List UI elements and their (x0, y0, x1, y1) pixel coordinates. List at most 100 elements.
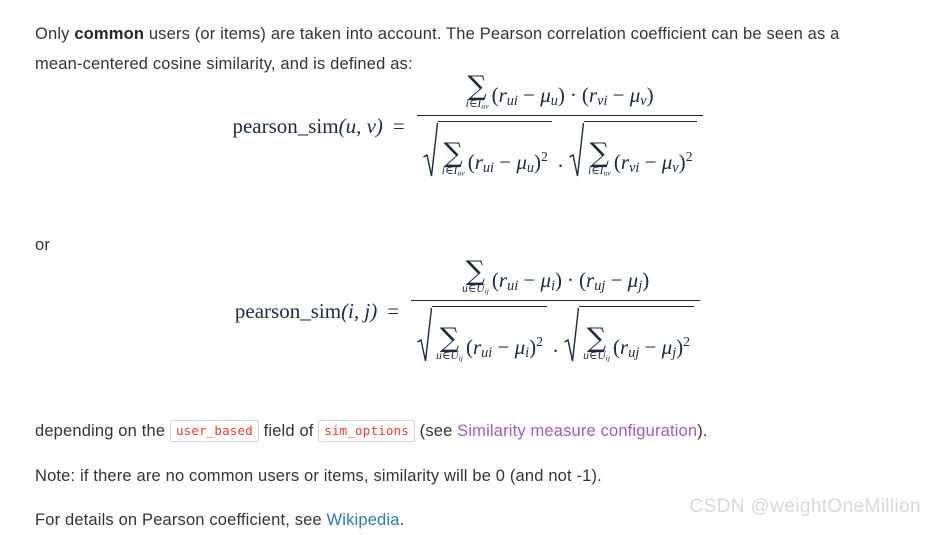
fraction-denominator: ∑ i∈Iuv (rui − μu)2 · ∑ i∈Iuv (rvi − μv)… (417, 119, 703, 181)
rating-symbol: r (620, 149, 630, 174)
details-prefix: For details on Pearson coefficient, see (35, 510, 327, 529)
rating-symbol: r (498, 82, 507, 107)
fraction-numerator: ∑ i∈Iuv (rui − μu) · (rvi − μv) (460, 72, 660, 112)
exponent: 2 (536, 333, 544, 349)
mu-subscript: u (550, 92, 558, 109)
rating-symbol: r (586, 267, 595, 292)
code-sim-options: sim_options (318, 419, 415, 442)
radicand: ∑ i∈Iuv (rvi − μv)2 (583, 120, 697, 179)
equals-sign: = (392, 113, 405, 138)
exponent: 2 (683, 333, 691, 349)
radicand: ∑ u∈Uij (rui − μi)2 (432, 305, 548, 364)
mu-symbol: μ (627, 267, 639, 292)
rating-symbol: r (588, 82, 598, 107)
limit-set-subscript: ij (484, 286, 489, 296)
intro-paragraph: Only common users (or items) are taken i… (35, 19, 890, 79)
formula-arguments: (u, v) (338, 113, 383, 138)
details-suffix: . (399, 510, 405, 529)
summation-limit: u∈Uij (583, 351, 610, 363)
dot-operator: · (556, 153, 564, 178)
numerator-expression: (rui − μi) · (ruj − μj) (491, 267, 650, 294)
formula-pearson-item: pearson_sim(i, j) = ∑ u∈Uij (rui − μi) ·(… (0, 257, 935, 366)
rating-subscript: ui (482, 159, 494, 176)
summation-operator: ∑ u∈Uij (436, 325, 463, 363)
sigma-icon: ∑ (586, 323, 607, 355)
formula-arguments: (i, j) (341, 298, 378, 323)
minus-sign: − (499, 149, 512, 174)
minus-sign: − (523, 82, 535, 107)
square-root-second: ∑ u∈Uij (ruj − μj)2 (564, 305, 695, 364)
rating-subscript: vi (629, 159, 640, 176)
fraction: ∑ u∈Uij (rui − μi) · (ruj − μj) ∑ u∈Uij … (411, 257, 701, 366)
formula-lhs: pearson_sim(u, v) (232, 114, 392, 139)
formula-function-name: pearson_sim (234, 298, 342, 323)
radicand-expression: (ruj − μj)2 (613, 333, 691, 361)
limit-relation: ∈ (591, 165, 600, 178)
fraction-bar (416, 114, 703, 116)
depending-prefix: depending on the (35, 421, 166, 440)
rating-symbol: r (474, 149, 483, 174)
square-root-first: ∑ u∈Uij (rui − μi)2 (417, 305, 548, 364)
document-page: Only common users (or items) are taken i… (0, 0, 935, 529)
summation-limit: i∈Iuv (588, 166, 611, 178)
rating-subscript: vi (597, 92, 608, 109)
limit-set: U (597, 350, 606, 363)
mu-symbol: μ (540, 82, 551, 107)
minus-sign: − (644, 334, 657, 359)
fraction-numerator: ∑ u∈Uij (rui − μi) · (ruj − μj) (456, 257, 655, 297)
intro-text-after: users (or items) are taken into account.… (35, 24, 840, 73)
limit-set-subscript: uv (457, 169, 465, 179)
minus-sign: − (523, 267, 536, 292)
summation-operator: ∑ i∈Iuv (588, 138, 611, 178)
summation-limit: i∈Iuv (442, 166, 465, 178)
dot-operator: · (569, 82, 577, 107)
rating-subscript: ui (507, 277, 519, 294)
radical-sign-icon (417, 306, 433, 364)
rating-subscript: uj (628, 344, 640, 361)
intro-emphasis-common: common (74, 24, 145, 43)
summation-operator: ∑ u∈Uij (583, 323, 610, 363)
rating-symbol: r (472, 334, 482, 359)
equals-sign: = (387, 298, 400, 323)
dot-operator: · (552, 338, 560, 363)
see-open-paren: (see (419, 421, 453, 440)
numerator-expression: (rui − μu) · (rvi − μv) (491, 82, 654, 109)
radical-sign-icon (569, 121, 584, 179)
summation-limit: u∈Uij (436, 351, 463, 363)
limit-set: U (476, 283, 485, 296)
summation-limit: i∈Iuv (466, 98, 489, 111)
mu-symbol: μ (516, 149, 527, 174)
code-user-based: user_based (169, 419, 259, 442)
limit-set-subscript: uv (481, 101, 489, 111)
link-wikipedia[interactable]: Wikipedia (327, 511, 400, 529)
note-paragraph: Note: if there are no common users or it… (35, 466, 602, 485)
radical-sign-icon (564, 306, 580, 364)
mu-symbol: μ (629, 82, 641, 107)
mu-symbol: μ (540, 267, 552, 292)
radicand-expression: (rvi − μv)2 (613, 148, 693, 176)
or-separator: or (35, 235, 51, 254)
equation-body: pearson_sim(i, j) = ∑ u∈Uij (rui − μi) ·(… (234, 257, 701, 366)
mu-symbol: μ (514, 334, 526, 359)
square-root-second: ∑ i∈Iuv (rvi − μv)2 (569, 120, 697, 179)
sigma-icon: ∑ (467, 71, 487, 102)
radical-sign-icon (422, 121, 438, 179)
summation-operator: ∑ i∈Iuv (466, 71, 489, 111)
rating-symbol: r (498, 267, 508, 292)
csdn-watermark: CSDN @weightOneMillion (689, 496, 921, 517)
limit-set-subscript: ij (605, 354, 610, 364)
limit-set: U (450, 350, 459, 363)
summation-limit: u∈Uij (462, 283, 489, 296)
mu-symbol: μ (661, 149, 673, 174)
dot-operator: · (567, 267, 575, 292)
minus-sign: − (612, 82, 625, 107)
rating-subscript: ui (481, 344, 493, 361)
mu-symbol: μ (661, 334, 673, 359)
depending-middle: field of (263, 421, 314, 440)
radicand: ∑ i∈Iuv (rui − μu)2 (437, 120, 552, 179)
depending-paragraph: depending on the user_based field of sim… (35, 416, 915, 446)
sigma-icon: ∑ (589, 138, 610, 170)
fraction-denominator: ∑ u∈Uij (rui − μi)2 · ∑ u∈Uij (ruj − μj)… (411, 304, 700, 366)
link-similarity-measure-configuration[interactable]: Similarity measure configuration (457, 422, 697, 440)
equation-body: pearson_sim(u, v) = ∑ i∈Iuv (rui − μu) ·(… (232, 72, 703, 181)
